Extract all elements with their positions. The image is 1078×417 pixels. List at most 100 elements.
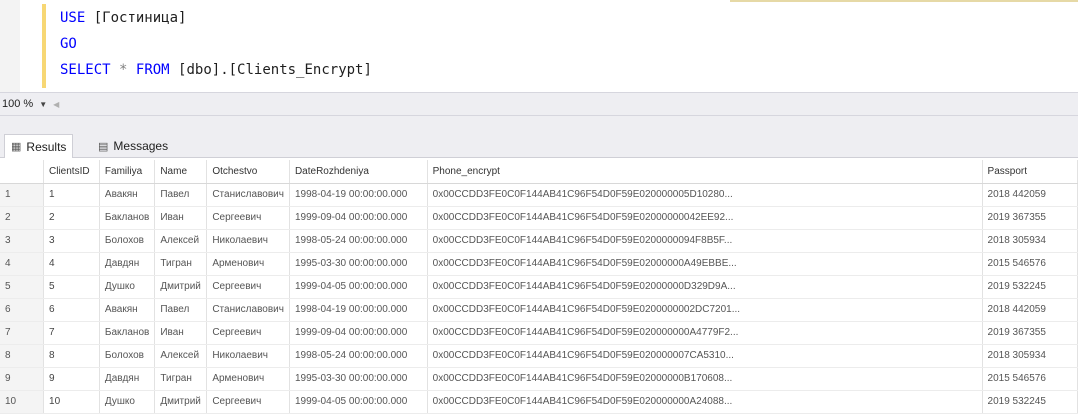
table-row[interactable]: 6 6 Авакян Павел Станиславович 1998-04-19 00:… xyxy=(0,298,1078,322)
cell-daterozhdeniya[interactable]: 1999-04-05 00:00:00.000 xyxy=(289,390,428,414)
results-grid[interactable]: ClientsID Familiya Name Otchestvo DateRo… xyxy=(0,160,1078,417)
cell-name[interactable]: Тигран xyxy=(154,252,208,276)
cell-phone-encrypt[interactable]: 0x00CCDD3FE0C0F144AB41C96F54D0F59E020000… xyxy=(427,275,983,299)
cell-daterozhdeniya[interactable]: 1995-03-30 00:00:00.000 xyxy=(289,367,428,391)
cell-phone-encrypt[interactable]: 0x00CCDD3FE0C0F144AB41C96F54D0F59E020000… xyxy=(427,321,983,345)
cell-daterozhdeniya[interactable]: 1998-04-19 00:00:00.000 xyxy=(289,298,428,322)
table-row[interactable]: 7 7 Бакланов Иван Сергеевич 1999-09-04 00:00:… xyxy=(0,321,1078,345)
cell-phone-encrypt[interactable]: 0x00CCDD3FE0C0F144AB41C96F54D0F59E020000… xyxy=(427,298,983,322)
cell-name[interactable]: Алексей xyxy=(154,229,208,253)
cell-phone-encrypt[interactable]: 0x00CCDD3FE0C0F144AB41C96F54D0F59E020000… xyxy=(427,367,983,391)
row-number[interactable]: 6 xyxy=(0,298,45,322)
row-number[interactable]: 1 xyxy=(0,183,45,207)
cell-otchestvo[interactable]: Сергеевич xyxy=(206,275,290,299)
cell-passport[interactable]: 2018 442059 xyxy=(982,183,1078,207)
cell-phone-encrypt[interactable]: 0x00CCDD3FE0C0F144AB41C96F54D0F59E020000… xyxy=(427,252,983,276)
table-row[interactable]: 9 9 Давдян Тигран Арменович 1995-03-30 00:00:… xyxy=(0,367,1078,391)
cell-familiya[interactable]: Авакян xyxy=(99,298,156,322)
cell-daterozhdeniya[interactable]: 1999-09-04 00:00:00.000 xyxy=(289,321,428,345)
cell-clientsid[interactable]: 1 xyxy=(43,183,100,207)
cell-phone-encrypt[interactable]: 0x00CCDD3FE0C0F144AB41C96F54D0F59E020000… xyxy=(427,183,983,207)
cell-familiya[interactable]: Давдян xyxy=(99,252,156,276)
cell-familiya[interactable]: Давдян xyxy=(99,367,156,391)
table-row[interactable]: 3 3 Болохов Алексей Николаевич 1998-05-24 00:… xyxy=(0,229,1078,253)
cell-clientsid[interactable]: 8 xyxy=(43,344,100,368)
table-row[interactable]: 4 4 Давдян Тигран Арменович 1995-03-30 00:00:… xyxy=(0,252,1078,276)
cell-daterozhdeniya[interactable]: 1999-04-05 00:00:00.000 xyxy=(289,275,428,299)
cell-daterozhdeniya[interactable]: 1995-03-30 00:00:00.000 xyxy=(289,252,428,276)
cell-passport[interactable]: 2018 442059 xyxy=(982,298,1078,322)
cell-passport[interactable]: 2019 367355 xyxy=(982,206,1078,230)
table-row[interactable]: 8 8 Болохов Алексей Николаевич 1998-05-24 00:… xyxy=(0,344,1078,368)
column-header-name[interactable]: Name xyxy=(154,160,208,184)
table-row[interactable]: 1 1 Авакян Павел Станиславович 1998-04-19 00:… xyxy=(0,183,1078,207)
cell-otchestvo[interactable]: Сергеевич xyxy=(206,390,290,414)
row-number[interactable]: 4 xyxy=(0,252,45,276)
table-row[interactable]: 2 2 Бакланов Иван Сергеевич 1999-09-04 00:00:… xyxy=(0,206,1078,230)
cell-daterozhdeniya[interactable]: 1998-04-19 00:00:00.000 xyxy=(289,183,428,207)
cell-name[interactable]: Павел xyxy=(154,298,208,322)
cell-passport[interactable]: 2019 367355 xyxy=(982,321,1078,345)
cell-name[interactable]: Дмитрий xyxy=(154,390,208,414)
cell-daterozhdeniya[interactable]: 1998-05-24 00:00:00.000 xyxy=(289,229,428,253)
cell-passport[interactable]: 2015 546576 xyxy=(982,252,1078,276)
column-header-familiya[interactable]: Familiya xyxy=(99,160,156,184)
column-header-clientsid[interactable]: ClientsID xyxy=(43,160,100,184)
cell-phone-encrypt[interactable]: 0x00CCDD3FE0C0F144AB41C96F54D0F59E020000… xyxy=(427,229,983,253)
cell-clientsid[interactable]: 5 xyxy=(43,275,100,299)
cell-clientsid[interactable]: 3 xyxy=(43,229,100,253)
row-number-header[interactable] xyxy=(0,160,45,184)
row-number[interactable]: 2 xyxy=(0,206,45,230)
cell-name[interactable]: Тигран xyxy=(154,367,208,391)
column-header-passport[interactable]: Passport xyxy=(982,160,1078,184)
cell-clientsid[interactable]: 4 xyxy=(43,252,100,276)
cell-daterozhdeniya[interactable]: 1999-09-04 00:00:00.000 xyxy=(289,206,428,230)
cell-otchestvo[interactable]: Станиславович xyxy=(206,298,290,322)
cell-passport[interactable]: 2019 532245 xyxy=(982,390,1078,414)
cell-otchestvo[interactable]: Станиславович xyxy=(206,183,290,207)
cell-passport[interactable]: 2015 546576 xyxy=(982,367,1078,391)
cell-clientsid[interactable]: 2 xyxy=(43,206,100,230)
row-number[interactable]: 9 xyxy=(0,367,45,391)
scroll-left-icon[interactable]: ◀ xyxy=(53,100,59,109)
cell-otchestvo[interactable]: Николаевич xyxy=(206,229,290,253)
cell-clientsid[interactable]: 10 xyxy=(43,390,100,414)
row-number[interactable]: 8 xyxy=(0,344,45,368)
cell-name[interactable]: Алексей xyxy=(154,344,208,368)
cell-otchestvo[interactable]: Николаевич xyxy=(206,344,290,368)
query-editor[interactable]: USE [Гостиница] GO SELECT * FROM [dbo].[… xyxy=(0,0,1078,92)
zoom-control[interactable]: 100 % ▼ ◀ xyxy=(2,96,59,112)
cell-otchestvo[interactable]: Сергеевич xyxy=(206,321,290,345)
zoom-dropdown-icon[interactable]: ▼ xyxy=(39,100,47,109)
row-number[interactable]: 10 xyxy=(0,390,45,414)
cell-name[interactable]: Иван xyxy=(154,321,208,345)
cell-otchestvo[interactable]: Сергеевич xyxy=(206,206,290,230)
column-header-phone-encrypt[interactable]: Phone_encrypt xyxy=(427,160,983,184)
cell-familiya[interactable]: Бакланов xyxy=(99,206,156,230)
cell-phone-encrypt[interactable]: 0x00CCDD3FE0C0F144AB41C96F54D0F59E020000… xyxy=(427,206,983,230)
cell-name[interactable]: Дмитрий xyxy=(154,275,208,299)
cell-familiya[interactable]: Авакян xyxy=(99,183,156,207)
cell-passport[interactable]: 2019 532245 xyxy=(982,275,1078,299)
cell-name[interactable]: Иван xyxy=(154,206,208,230)
cell-familiya[interactable]: Душко xyxy=(99,390,156,414)
table-row[interactable]: 5 5 Душко Дмитрий Сергеевич 1999-04-05 00:00:… xyxy=(0,275,1078,299)
code-area[interactable]: USE [Гостиница] GO SELECT * FROM [dbo].[… xyxy=(60,5,372,83)
cell-otchestvo[interactable]: Арменович xyxy=(206,252,290,276)
cell-name[interactable]: Павел xyxy=(154,183,208,207)
cell-familiya[interactable]: Болохов xyxy=(99,229,156,253)
row-number[interactable]: 3 xyxy=(0,229,45,253)
cell-clientsid[interactable]: 6 xyxy=(43,298,100,322)
cell-clientsid[interactable]: 7 xyxy=(43,321,100,345)
cell-phone-encrypt[interactable]: 0x00CCDD3FE0C0F144AB41C96F54D0F59E020000… xyxy=(427,390,983,414)
cell-familiya[interactable]: Болохов xyxy=(99,344,156,368)
tab-messages[interactable]: ▤ Messages xyxy=(92,134,174,158)
cell-clientsid[interactable]: 9 xyxy=(43,367,100,391)
cell-passport[interactable]: 2018 305934 xyxy=(982,344,1078,368)
row-number[interactable]: 7 xyxy=(0,321,45,345)
cell-otchestvo[interactable]: Арменович xyxy=(206,367,290,391)
row-number[interactable]: 5 xyxy=(0,275,45,299)
column-header-otchestvo[interactable]: Otchestvo xyxy=(206,160,290,184)
cell-familiya[interactable]: Бакланов xyxy=(99,321,156,345)
column-header-daterozhdeniya[interactable]: DateRozhdeniya xyxy=(289,160,428,184)
